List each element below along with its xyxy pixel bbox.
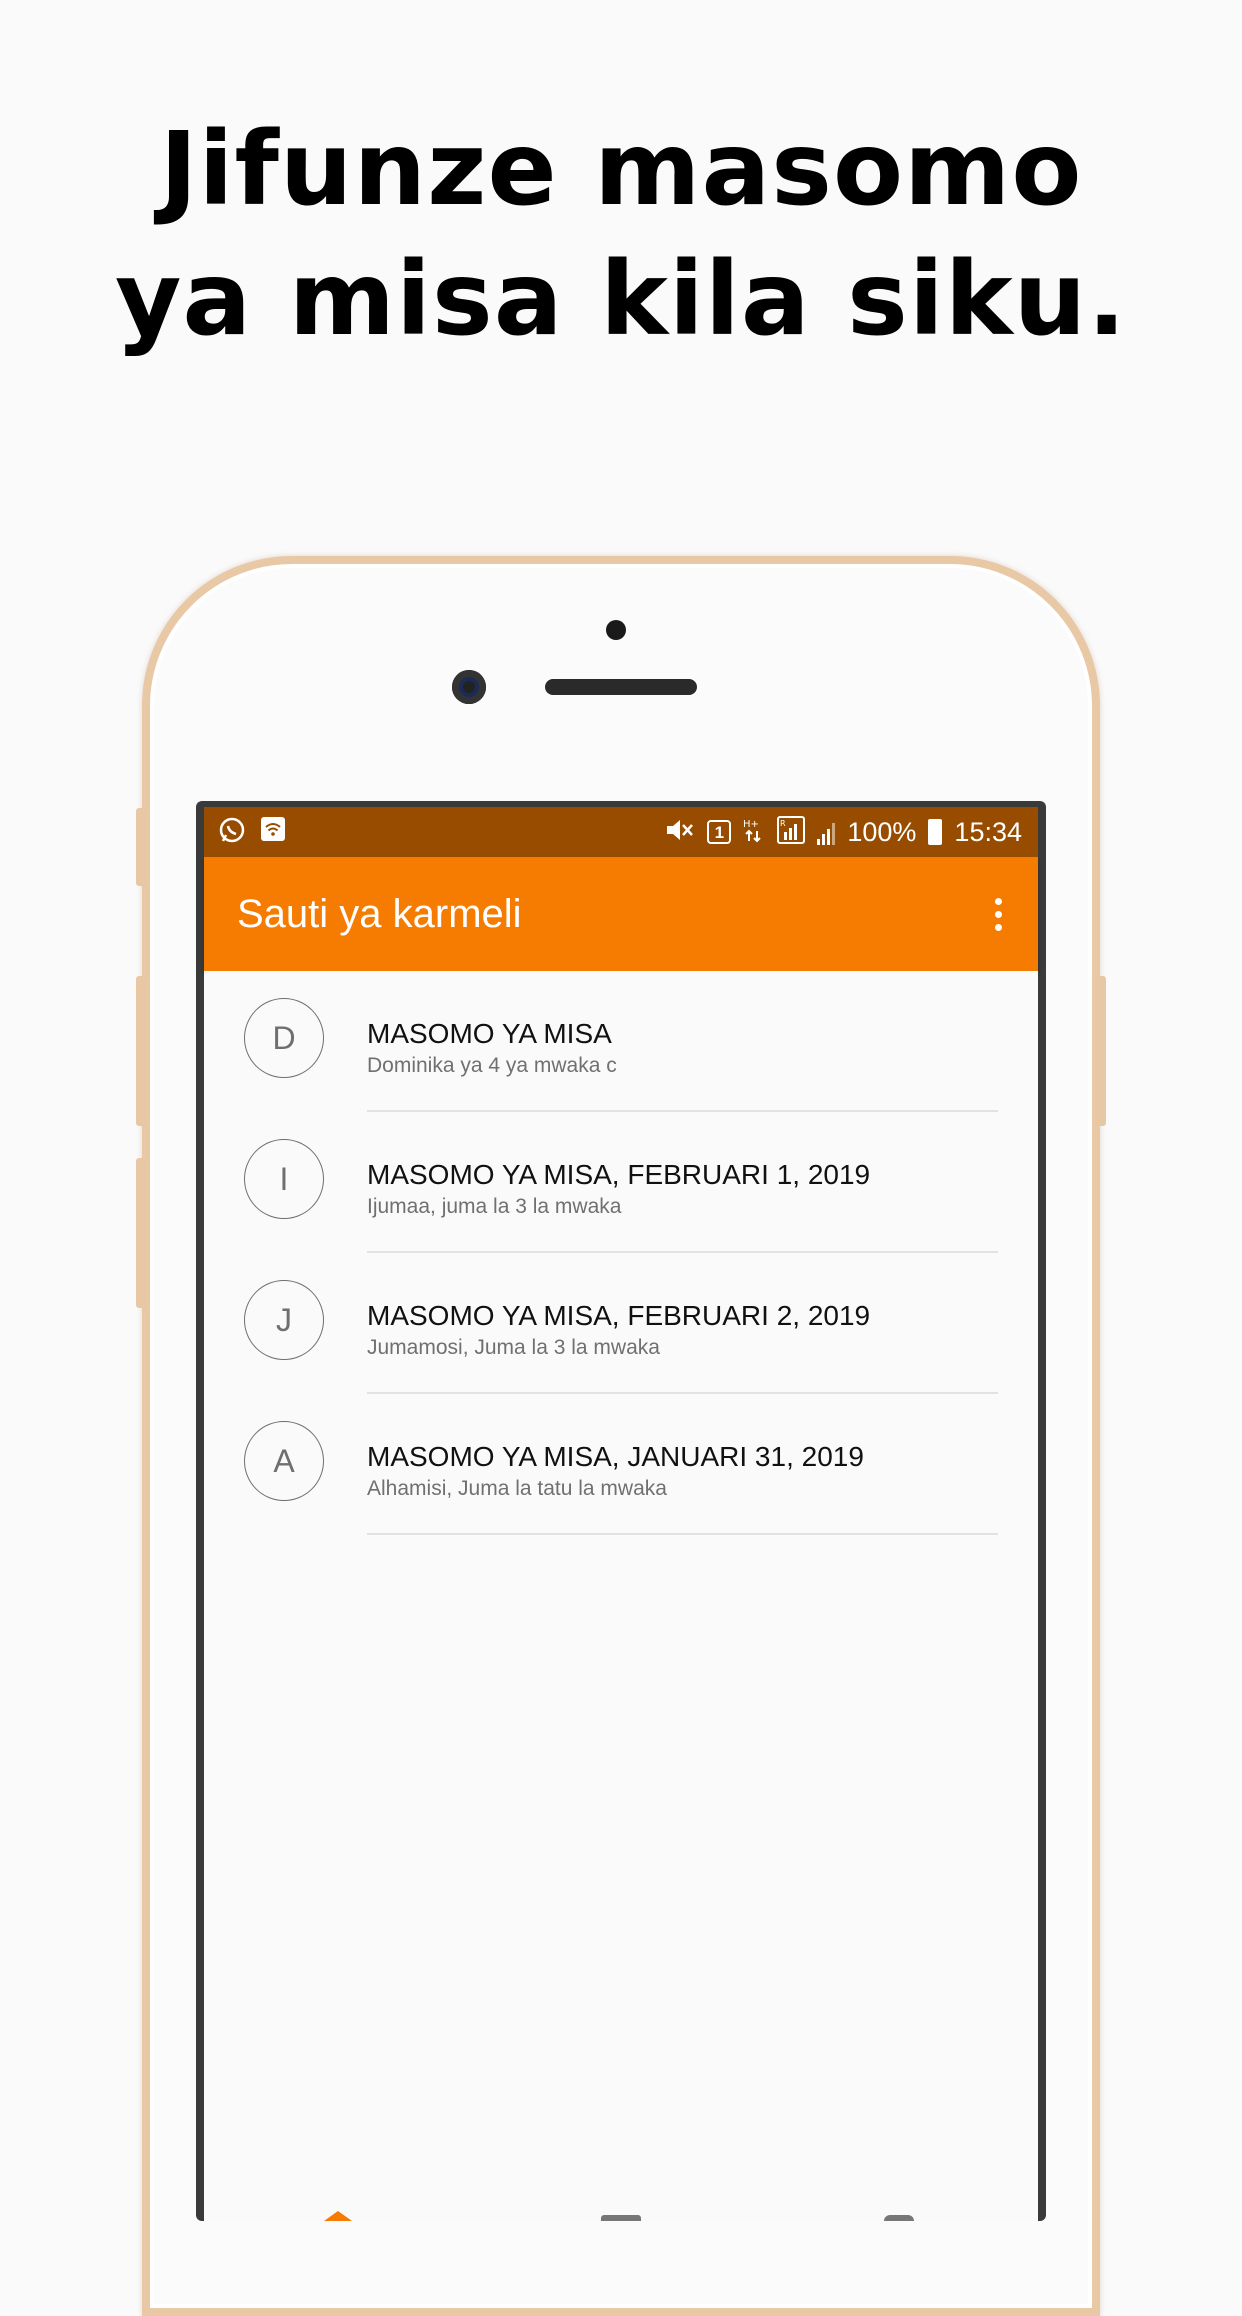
app-title: Sauti ya karmeli (237, 891, 522, 936)
phone-power-button (1096, 976, 1106, 1126)
readings-list: D MASOMO YA MISA Dominika ya 4 ya mwaka … (204, 971, 1038, 2221)
sim-icon: 1 (707, 820, 732, 844)
signal-strength-icon (817, 819, 836, 845)
earpiece-speaker (545, 679, 697, 695)
initial-avatar: A (244, 1421, 324, 1501)
battery-icon (928, 819, 943, 845)
list-item-title: MASOMO YA MISA (367, 1018, 612, 1049)
phone-volume-up (136, 976, 146, 1126)
list-item-subtitle: Ijumaa, juma la 3 la mwaka (367, 1195, 622, 1218)
home-nav-icon[interactable] (324, 2211, 352, 2221)
library-nav-icon[interactable] (601, 2215, 641, 2221)
phone-volume-down (136, 1158, 146, 1308)
roaming-signal-icon: R (777, 816, 806, 848)
headline-line-2: ya misa kila siku. (114, 240, 1128, 359)
list-item-title: MASOMO YA MISA, JANUARI 31, 2019 (367, 1441, 864, 1472)
list-item[interactable]: J MASOMO YA MISA, FEBRUARI 2, 2019 Jumam… (204, 1253, 1038, 1394)
proximity-sensor (606, 620, 626, 640)
account-nav-icon[interactable] (884, 2215, 914, 2221)
status-time: 15:34 (954, 816, 1022, 847)
list-item-subtitle: Jumamosi, Juma la 3 la mwaka (367, 1336, 660, 1359)
mute-icon (665, 817, 695, 847)
svg-text:R: R (780, 819, 786, 828)
more-vert-icon[interactable] (995, 897, 1002, 931)
phone-mute-switch (136, 808, 146, 886)
phone-screen: 1 H+ R 100% 15:34 Sauti ya karmeli D MAS… (196, 801, 1046, 2221)
list-item-subtitle: Alhamisi, Juma la tatu la mwaka (367, 1477, 667, 1500)
whatsapp-icon (218, 816, 246, 848)
initial-avatar: D (244, 998, 324, 1078)
status-bar: 1 H+ R 100% 15:34 (204, 807, 1038, 857)
app-bar: Sauti ya karmeli (204, 857, 1038, 971)
list-item-subtitle: Dominika ya 4 ya mwaka c (367, 1054, 617, 1077)
battery-percent: 100% (847, 816, 917, 847)
list-item-title: MASOMO YA MISA, FEBRUARI 2, 2019 (367, 1300, 871, 1331)
initial-avatar: I (244, 1139, 324, 1219)
initial-avatar: J (244, 1280, 324, 1360)
divider (367, 1533, 998, 1535)
svg-text:H+: H+ (743, 819, 759, 830)
list-item[interactable]: I MASOMO YA MISA, FEBRUARI 1, 2019 Ijuma… (204, 1112, 1038, 1253)
wifi-icon (260, 816, 286, 848)
data-transfer-icon: H+ (743, 817, 765, 847)
list-item-title: MASOMO YA MISA, FEBRUARI 1, 2019 (367, 1159, 871, 1190)
bottom-nav (204, 2209, 1038, 2221)
promo-headline: Jifunze masomo ya misa kila siku. (0, 105, 1242, 365)
list-item[interactable]: A MASOMO YA MISA, JANUARI 31, 2019 Alham… (204, 1394, 1038, 1535)
front-camera (452, 670, 486, 704)
headline-line-1: Jifunze masomo (159, 110, 1083, 229)
list-item[interactable]: D MASOMO YA MISA Dominika ya 4 ya mwaka … (204, 971, 1038, 1112)
